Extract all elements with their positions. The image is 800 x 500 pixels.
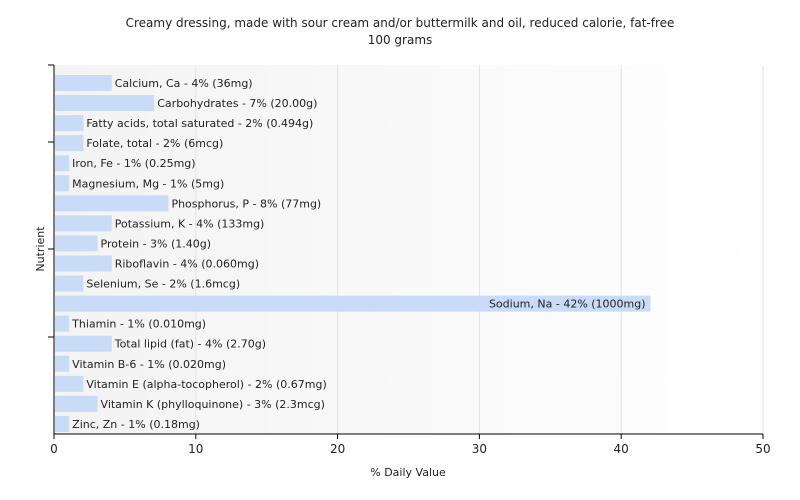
chart-subtitle: 100 grams: [368, 33, 433, 47]
x-tick-label: 50: [755, 442, 770, 456]
bar-label: Thiamin - 1% (0.010mg): [71, 318, 206, 331]
bar: [55, 275, 84, 292]
bar: [55, 175, 70, 192]
bar-label: Selenium, Se - 2% (1.6mcg): [86, 278, 240, 291]
bar: [55, 335, 112, 352]
bar-label: Magnesium, Mg - 1% (5mg): [72, 177, 224, 190]
bar-label: Iron, Fe - 1% (0.25mg): [72, 157, 195, 170]
bar: [55, 95, 155, 112]
bar-label: Potassium, K - 4% (133mg): [115, 217, 265, 230]
bar-label: Vitamin B-6 - 1% (0.020mg): [72, 358, 226, 371]
bar-label: Phosphorus, P - 8% (77mg): [171, 197, 321, 210]
bar: [55, 235, 98, 252]
bar-label: Calcium, Ca - 4% (36mg): [115, 77, 253, 90]
x-tick-label: 10: [188, 442, 203, 456]
bar-label: Protein - 3% (1.40g): [101, 237, 212, 250]
bar-label: Folate, total - 2% (6mcg): [86, 137, 223, 150]
chart: Creamy dressing, made with sour cream an…: [34, 16, 771, 479]
x-tick-label: 20: [330, 442, 345, 456]
bar: [55, 75, 112, 91]
bar-label: Vitamin K (phylloquinone) - 3% (2.3mcg): [101, 398, 325, 411]
bar: [55, 115, 84, 132]
bar: [55, 195, 169, 212]
bar-label: Riboflavin - 4% (0.060mg): [115, 258, 259, 271]
bar: [55, 355, 70, 372]
bar-label: Vitamin E (alpha-tocopherol) - 2% (0.67m…: [86, 378, 326, 391]
bar: [55, 155, 70, 172]
bar-label: Sodium, Na - 42% (1000mg): [489, 298, 646, 311]
bar: [55, 315, 70, 332]
bar-label: Carbohydrates - 7% (20.00g): [157, 97, 317, 110]
bar: [55, 395, 98, 412]
bar-label: Fatty acids, total saturated - 2% (0.494…: [86, 117, 313, 130]
x-tick-label: 40: [614, 442, 629, 456]
bar-label: Total lipid (fat) - 4% (2.70g): [114, 338, 266, 351]
bar: [55, 375, 84, 392]
x-tick-label: 0: [50, 442, 58, 456]
bar: [55, 415, 70, 432]
x-axis-label: % Daily Value: [370, 466, 446, 479]
bar: [55, 135, 84, 152]
bar: [55, 255, 112, 272]
bar-label: Zinc, Zn - 1% (0.18mg): [72, 418, 200, 431]
chart-title: Creamy dressing, made with sour cream an…: [126, 16, 675, 30]
y-axis-label: Nutrient: [34, 226, 47, 272]
bar: [55, 215, 112, 232]
x-tick-label: 30: [472, 442, 487, 456]
